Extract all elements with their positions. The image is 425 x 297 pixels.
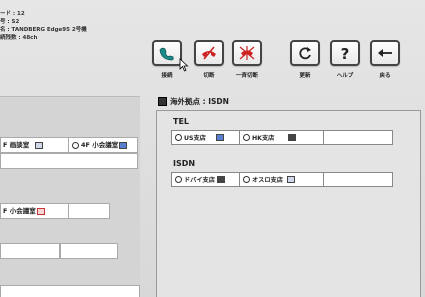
status-icon — [288, 134, 297, 141]
status-icon — [215, 134, 224, 141]
isdn-heading: ISDN — [173, 159, 196, 168]
radio-button[interactable] — [175, 176, 182, 183]
blank-row — [0, 153, 138, 169]
section-title-text: 海外拠点 : ISDN — [170, 97, 229, 106]
empty-slot — [324, 131, 392, 144]
empty-slot — [324, 173, 392, 186]
blank-row — [0, 243, 60, 259]
info-line: ード : 12 — [0, 11, 25, 17]
right-panel: TEL US支店 HK支店 ISDN ドバイ支店 オスロ支店 — [156, 110, 421, 297]
back-label: 戻る — [379, 73, 391, 79]
radio-button[interactable] — [72, 141, 79, 149]
blank-row — [0, 285, 140, 297]
radio-button[interactable] — [243, 176, 250, 183]
svg-text:?: ? — [341, 45, 350, 61]
room-status-icon — [119, 141, 128, 149]
hangup-icon — [202, 46, 216, 60]
isdn-option-dubai[interactable]: ドバイ支店 — [172, 173, 240, 186]
option-label: US支店 — [184, 135, 206, 142]
radio-button[interactable] — [243, 134, 250, 141]
room-label: F 画談室 — [3, 141, 30, 149]
room-row: F 小会議室 — [0, 203, 110, 219]
question-icon: ? — [341, 45, 350, 61]
isdn-option-oslo[interactable]: オスロ支店 — [240, 173, 324, 186]
room-status-icon — [35, 141, 44, 149]
room-option[interactable]: F 小会議室 — [1, 204, 69, 218]
back-button[interactable] — [370, 40, 400, 66]
room-status-icon — [36, 207, 45, 215]
status-icon — [286, 176, 295, 183]
screen: ード : 12 号 : S2 名 : TANDBERG Edge95 2号機 続… — [0, 0, 425, 297]
room-option[interactable]: F 画談室 — [1, 138, 69, 152]
blank-row — [60, 243, 118, 259]
isdn-options: ドバイ支店 オスロ支店 — [171, 172, 393, 187]
option-label: ドバイ支店 — [184, 177, 215, 184]
section-title: 海外拠点 : ISDN — [158, 96, 229, 107]
disconnect-label: 切断 — [203, 73, 215, 79]
connection-info: ード : 12 号 : S2 名 : TANDBERG Edge95 2号機 続… — [0, 10, 150, 42]
disconnect-all-button[interactable] — [232, 40, 262, 66]
refresh-icon — [299, 47, 311, 60]
status-icon — [216, 176, 225, 183]
info-line: 続残数 : 48ch — [0, 35, 38, 41]
connect-button[interactable] — [152, 40, 182, 66]
disconnect-button[interactable] — [194, 40, 224, 66]
radio-button[interactable] — [175, 134, 182, 141]
room-label: F 小会議室 — [3, 207, 36, 215]
tel-heading: TEL — [173, 117, 190, 126]
option-label: HK支店 — [252, 135, 275, 142]
tel-option-hk[interactable]: HK支店 — [240, 131, 324, 144]
room-label: 4F 小会議室 — [81, 141, 119, 149]
help-button[interactable]: ? — [330, 40, 360, 66]
room-row: F 画談室 4F 小会議室 — [0, 137, 138, 153]
arrow-left-icon — [378, 49, 392, 57]
refresh-label: 更新 — [299, 73, 311, 79]
mouse-cursor-icon — [179, 58, 189, 72]
grid-icon — [158, 97, 167, 106]
refresh-button[interactable] — [290, 40, 320, 66]
help-label: ヘルプ — [336, 73, 354, 79]
hangup-all-icon — [239, 46, 255, 60]
left-panel: F 画談室 4F 小会議室 F 小会議室 — [0, 96, 140, 297]
connect-label: 接続 — [161, 73, 173, 79]
tel-options: US支店 HK支店 — [171, 130, 393, 145]
room-option[interactable]: 4F 小会議室 — [69, 138, 128, 152]
info-line: 号 : S2 — [0, 19, 20, 25]
option-label: オスロ支店 — [252, 177, 283, 184]
tel-option-us[interactable]: US支店 — [172, 131, 240, 144]
info-line: 名 : TANDBERG Edge95 2号機 — [0, 27, 87, 33]
disconnect-all-label: 一斉切断 — [235, 73, 258, 79]
phone-icon — [159, 47, 174, 61]
